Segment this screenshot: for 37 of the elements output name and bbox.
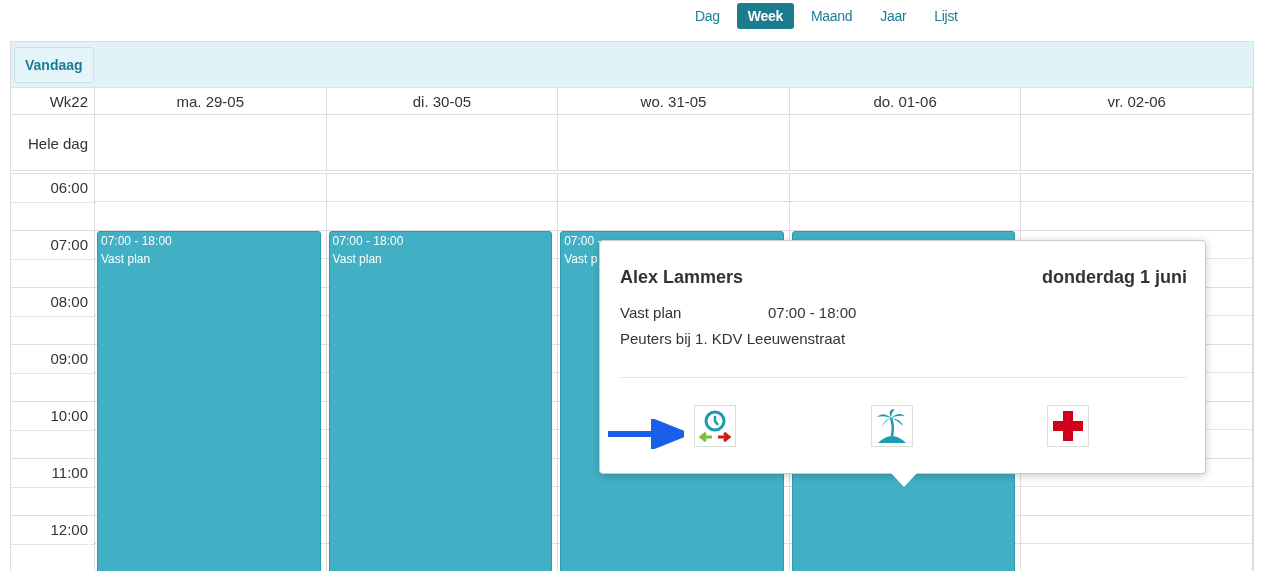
day-header: wo. 31-05 [640,92,707,110]
view-tab[interactable]: Maand [799,3,864,29]
day-header: do. 01-06 [873,92,937,110]
popover-date: donderdag 1 juni [1042,267,1187,288]
event-time: 07:00 - [564,234,602,248]
calendar-event[interactable]: 07:00 - 18:00 Vast plan [97,231,321,571]
view-tab[interactable]: Lijst [923,3,969,29]
action-button[interactable] [870,405,913,447]
action-button[interactable] [694,405,736,447]
today-button[interactable]: Vandaag [14,46,94,83]
view-tab[interactable]: Week [736,3,794,29]
calendar-event[interactable]: 07:00 - 18:00 Vast plan [328,231,553,571]
plan-time: 07:00 - 18:00 [768,304,857,321]
event-time: 07:00 - 18:00 [101,234,172,248]
time-label: 09:00 [50,350,88,367]
event-title: Vast p [564,252,598,266]
time-label: 10:00 [50,407,88,424]
plan-name: Vast plan [620,304,683,321]
view-tab[interactable]: Jaar [869,3,918,29]
person-name: Alex Lammers [620,267,744,288]
arrow-icon [608,419,684,449]
event-time: 07:00 - 18:00 [332,234,404,248]
time-label: 11:00 [51,464,88,481]
view-tab[interactable]: Dag [684,3,731,29]
day-header: di. 30-05 [412,92,472,110]
time-label: 07:00 [50,236,88,253]
event-title: Vast plan [332,252,382,266]
action-button[interactable] [1047,405,1089,447]
time-label: 06:00 [50,179,88,196]
location-text: Peuters bij 1. KDV Leeuwenstraat [620,330,846,347]
day-header: ma. 29-05 [176,92,245,110]
event-title: Vast plan [101,252,151,266]
all-day-label: Hele dag [27,134,88,152]
time-label: 08:00 [50,293,88,310]
time-label: 12:00 [50,521,88,538]
week-number: Wk22 [49,92,88,110]
day-header: vr. 02-06 [1107,92,1166,110]
